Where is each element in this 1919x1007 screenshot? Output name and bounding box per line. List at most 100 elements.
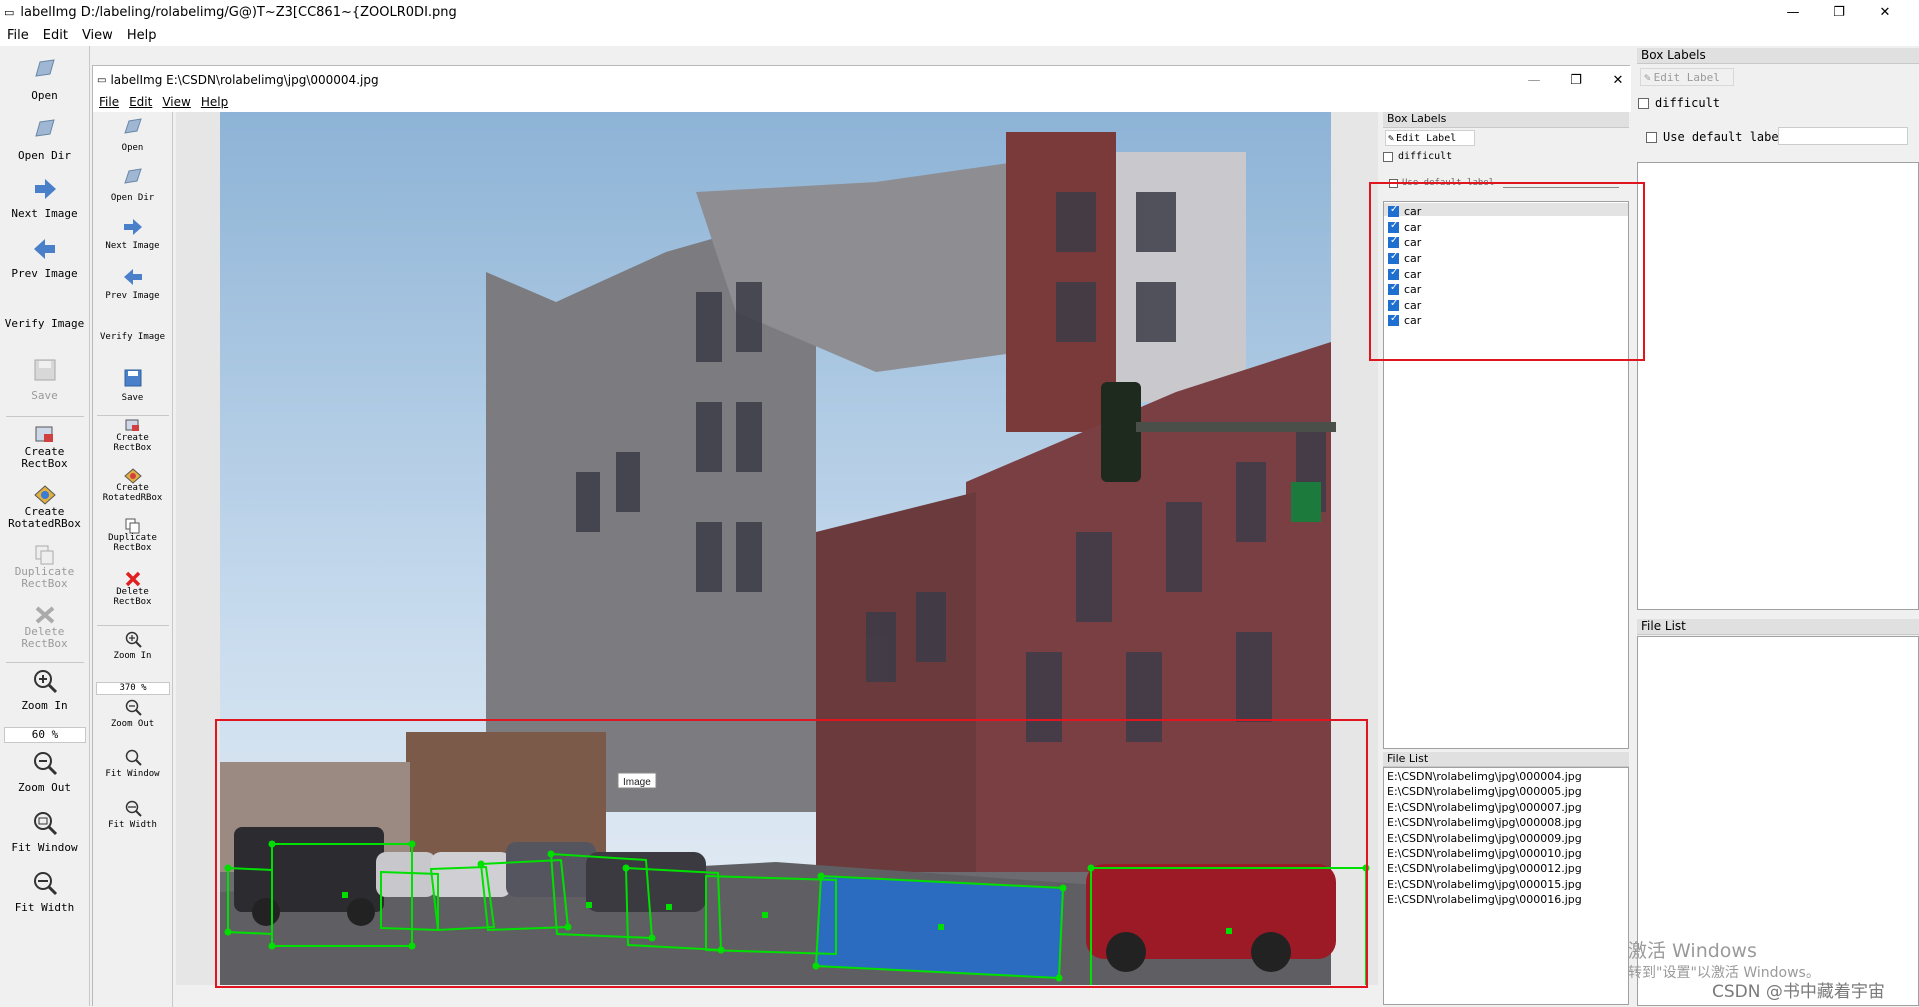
difficult-checkbox-box[interactable] [1383,151,1393,162]
outer-open-dir-button[interactable]: Open Dir [0,116,89,162]
file-list-item[interactable]: E:\CSDN\rolabelimg\jpg\000010.jpg [1387,846,1582,861]
inner-create-rotatedrbox-button[interactable]: Create RotatedRBox [93,468,172,504]
outer-minimize-button[interactable]: — [1770,0,1816,24]
inner-menu-edit[interactable]: Edit [129,95,152,109]
inner-app-icon: ▭ [97,74,107,86]
delete-icon [125,571,140,587]
outer-menu-help[interactable]: Help [127,28,157,43]
inner-menu-view[interactable]: View [162,95,190,109]
outer-fit-width-button[interactable]: Fit Width [0,870,89,914]
inner-menu-help[interactable]: Help [201,95,228,109]
outer-default-label-input[interactable] [1778,127,1908,145]
outer-save-button[interactable]: Save [0,358,89,402]
inner-save-button[interactable]: Save [93,368,172,404]
prev-arrow-icon [123,269,142,285]
outer-menu-view[interactable]: View [82,28,113,43]
zoom-out-icon [125,699,142,716]
open-icon [123,118,142,134]
fit-width-icon [33,872,57,896]
save-icon [34,359,55,381]
outer-zoom-value[interactable]: 60 % [4,727,86,743]
zoom-in-icon [33,670,57,694]
inner-prev-image-button[interactable]: Prev Image [93,266,172,302]
file-list-item[interactable]: E:\CSDN\rolabelimg\jpg\000015.jpg [1387,877,1582,892]
next-arrow-icon [123,219,142,235]
inner-close-button[interactable]: ✕ [1597,66,1639,94]
duplicate-icon [35,545,53,565]
file-list-item[interactable]: E:\CSDN\rolabelimg\jpg\000005.jpg [1387,784,1582,799]
inner-menu-bar: File Edit View Help [93,92,1631,112]
outer-menu-file[interactable]: File [7,28,29,43]
toolbar-separator [97,625,169,626]
inner-delete-rectbox-button[interactable]: Delete RectBox [93,570,172,608]
open-dir-icon [123,168,142,184]
create-rotatedrbox-icon [123,468,142,484]
outer-maximize-button[interactable]: ❐ [1816,0,1862,24]
inner-open-button[interactable]: Open [93,116,172,154]
outer-edit-label-button[interactable]: ✎ Edit Label [1640,68,1734,86]
outer-delete-rectbox-button[interactable]: Delete RectBox [0,604,89,650]
inner-difficult-checkbox[interactable]: difficult [1383,151,1452,162]
toolbar-separator [6,662,84,663]
inner-minimize-button[interactable]: — [1513,66,1555,94]
fit-window-icon [125,749,142,766]
outer-verify-image-button[interactable]: Verify Image [0,317,89,330]
outer-zoom-out-button[interactable]: Zoom Out [0,750,89,794]
annotations-highlight-box [215,719,1368,988]
file-list-item[interactable]: E:\CSDN\rolabelimg\jpg\000004.jpg [1387,769,1582,784]
difficult-checkbox-box[interactable] [1638,97,1649,109]
outer-duplicate-rectbox-button[interactable]: Duplicate RectBox [0,544,89,590]
street-sign [1291,482,1321,522]
zoom-in-icon [125,631,142,648]
inner-duplicate-rectbox-button[interactable]: Duplicate RectBox [93,518,172,554]
file-list-item[interactable]: E:\CSDN\rolabelimg\jpg\000007.jpg [1387,800,1582,815]
outer-zoom-in-button[interactable]: Zoom In [0,668,89,712]
file-list-item[interactable]: E:\CSDN\rolabelimg\jpg\000009.jpg [1387,831,1582,846]
inner-title-bar: ▭ labelImg E:\CSDN\rolabelimg\jpg\000004… [93,66,1631,94]
toolbar-separator [6,416,84,417]
outer-use-default-label-checkbox[interactable]: Use default label [1646,130,1786,144]
outer-open-button[interactable]: Open [0,56,89,102]
inner-zoom-value[interactable]: 370 % [96,682,170,695]
traffic-light [1101,382,1141,482]
inner-fit-window-button[interactable]: Fit Window [93,748,172,780]
outer-fit-window-button[interactable]: Fit Window [0,810,89,854]
outer-box-labels-title: Box Labels [1637,48,1919,64]
inner-toolbar: Open Open Dir Next Image Prev Image Veri… [93,112,173,1007]
inner-zoom-in-button[interactable]: Zoom In [93,630,172,662]
outer-menu-bar: File Edit View Help [0,24,1919,46]
prev-arrow-icon [33,239,55,259]
inner-fit-width-button[interactable]: Fit Width [93,799,172,831]
outer-prev-image-button[interactable]: Prev Image [0,236,89,280]
inner-menu-file[interactable]: File [99,95,119,109]
toolbar-separator [97,415,169,416]
white-facade [1116,152,1246,402]
inner-edit-label-button[interactable]: ✎ Edit Label [1385,130,1475,146]
inner-maximize-button[interactable]: ❐ [1555,66,1597,94]
csdn-watermark: CSDN @书中藏着宇宙 [1712,982,1885,1002]
inner-next-image-button[interactable]: Next Image [93,216,172,252]
edit-label-icon: ✎ [1388,132,1395,144]
inner-zoom-out-button[interactable]: Zoom Out [93,698,172,730]
inner-open-dir-button[interactable]: Open Dir [93,166,172,204]
outer-menu-edit[interactable]: Edit [43,28,68,43]
outer-create-rotatedrbox-button[interactable]: Create RotatedRBox [0,484,89,530]
outer-file-list-title: File List [1637,619,1919,635]
outer-close-button[interactable]: ✕ [1862,0,1908,24]
outer-next-image-button[interactable]: Next Image [0,176,89,220]
outer-title-bar: ▭ labelImg D:/labeling/rolabelimg/G@)T~Z… [0,0,1919,24]
inner-create-rectbox-button[interactable]: Create RectBox [93,418,172,454]
outer-difficult-checkbox[interactable]: difficult [1638,96,1720,110]
label-list-highlight-box [1369,182,1645,361]
outer-create-rectbox-button[interactable]: Create RectBox [0,424,89,470]
fit-width-icon [125,800,142,817]
outer-window-title: labelImg D:/labeling/rolabelimg/G@)T~Z3[… [20,4,457,20]
file-list-item[interactable]: E:\CSDN\rolabelimg\jpg\000016.jpg [1387,892,1582,907]
create-rectbox-icon [125,419,139,431]
signal-arm [1136,422,1336,432]
inner-verify-image-button[interactable]: Verify Image [93,332,172,343]
use-default-label-box[interactable] [1646,131,1657,143]
file-rows: E:\CSDN\rolabelimg\jpg\000004.jpg E:\CSDN… [1387,769,1582,908]
file-list-item[interactable]: E:\CSDN\rolabelimg\jpg\000008.jpg [1387,815,1582,830]
file-list-item[interactable]: E:\CSDN\rolabelimg\jpg\000012.jpg [1387,861,1582,876]
